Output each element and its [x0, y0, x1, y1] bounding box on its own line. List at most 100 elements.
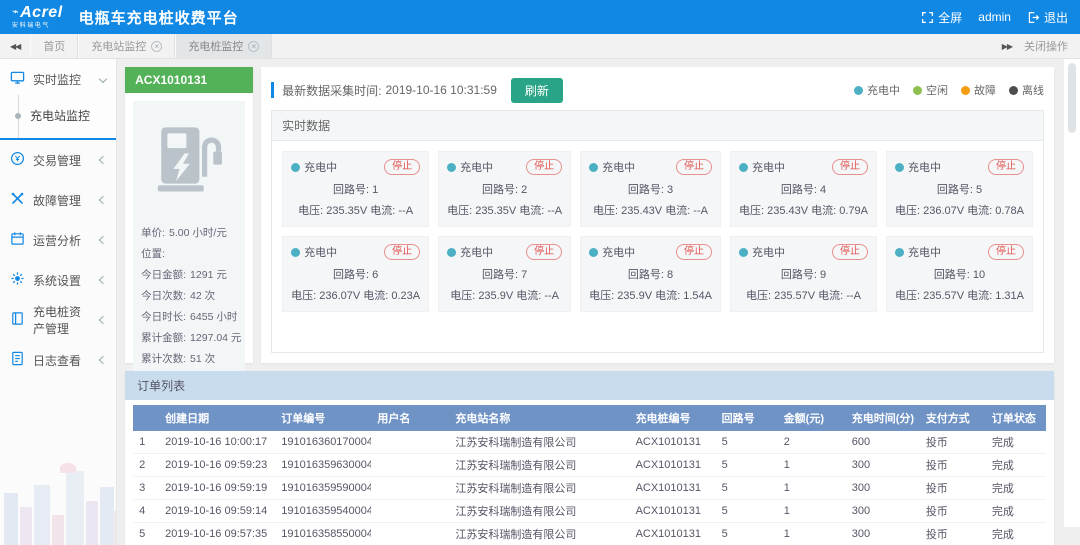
- cell: 5: [716, 431, 778, 454]
- stop-button[interactable]: 停止: [988, 244, 1024, 260]
- legend-label: 故障: [974, 82, 996, 98]
- cell: 2019-10-16 10:00:17: [159, 431, 275, 454]
- cell: 完成: [986, 431, 1046, 454]
- chevron-left-icon: [99, 316, 107, 324]
- logout-button[interactable]: 退出: [1027, 9, 1068, 26]
- stop-button[interactable]: 停止: [676, 159, 712, 175]
- cell: 1: [778, 477, 846, 500]
- username[interactable]: admin: [978, 10, 1011, 24]
- cell: ACX1010131: [630, 477, 716, 500]
- pile-summary-panel: ACX1010131 单价:5.00: [125, 67, 253, 363]
- tabs-scroll-left-button[interactable]: ◀◀: [0, 34, 30, 58]
- tab-close-icon[interactable]: ×: [151, 41, 162, 52]
- circuit-card-3: 充电中停止回路号: 3电压: 235.43V 电流: --A: [580, 151, 721, 227]
- stat-value: 42 次: [190, 290, 215, 302]
- sidebar: 实时监控充电站监控交易管理故障管理运营分析系统设置充电桩资产管理日志查看: [0, 59, 117, 545]
- chevron-left-icon: [99, 156, 107, 164]
- cell: 1: [778, 500, 846, 523]
- fullscreen-label: 全屏: [938, 9, 962, 26]
- pile-stat-row: 今日次数: 42 次: [141, 286, 237, 307]
- sidebar-item-6[interactable]: 充电桩资产管理: [0, 300, 116, 340]
- stop-button[interactable]: 停止: [676, 244, 712, 260]
- pile-stat-row: 累计金额:1297.04 元: [141, 328, 237, 349]
- tabs-scroll-right-button[interactable]: ▶▶: [1002, 42, 1012, 51]
- sidebar-item-1[interactable]: 实时监控: [0, 59, 116, 99]
- stop-button[interactable]: 停止: [832, 244, 868, 260]
- cell: 2019-10-16 09:59:14: [159, 500, 275, 523]
- scrollbar-thumb[interactable]: [1068, 63, 1076, 133]
- voltage-current: 电压: 235.43V 电流: 0.79A: [739, 202, 868, 218]
- stop-button[interactable]: 停止: [526, 159, 562, 175]
- col-用户名: 用户名: [371, 405, 449, 431]
- cell: 1910163585500043: [275, 523, 371, 545]
- logout-icon: [1027, 11, 1040, 24]
- sidebar-subitem-充电站监控[interactable]: 充电站监控: [0, 99, 116, 132]
- legend-离线: 离线: [1009, 82, 1044, 98]
- cell: 2: [133, 454, 159, 477]
- sidebar-group-3: 故障管理: [0, 180, 116, 220]
- realtime-section-title: 实时数据: [272, 111, 1043, 141]
- close-operations-button[interactable]: 关闭操作: [1024, 38, 1068, 54]
- cell: 5: [133, 523, 159, 545]
- stat-label: 今日次数:: [141, 290, 186, 302]
- card-status-label: 充电中: [752, 159, 785, 175]
- col-创建日期: 创建日期: [159, 405, 275, 431]
- tab-label: 充电站监控: [91, 38, 146, 54]
- fullscreen-button[interactable]: 全屏: [921, 9, 962, 26]
- cell: 江苏安科瑞制造有限公司: [449, 477, 629, 500]
- sidebar-item-5[interactable]: 系统设置: [0, 260, 116, 300]
- sidebar-item-4[interactable]: 运营分析: [0, 220, 116, 260]
- charging-status-icon: [291, 248, 300, 257]
- tab-close-icon[interactable]: ×: [248, 41, 259, 52]
- stop-button[interactable]: 停止: [526, 244, 562, 260]
- cell: 投币: [920, 500, 986, 523]
- voltage-current: 电压: 235.57V 电流: 1.31A: [895, 287, 1024, 303]
- sidebar-item-label: 日志查看: [33, 352, 81, 369]
- voltage-current: 电压: 235.9V 电流: --A: [447, 287, 562, 303]
- sidebar-item-7[interactable]: 日志查看: [0, 340, 116, 380]
- circuit-number: 回路号: 3: [589, 181, 712, 197]
- stop-button[interactable]: 停止: [832, 159, 868, 175]
- chevron-left-icon: [99, 196, 107, 204]
- sidebar-item-label: 故障管理: [33, 192, 81, 209]
- app-title: 电瓶车充电桩收费平台: [79, 7, 239, 28]
- cell: 1910163595400044: [275, 500, 371, 523]
- table-row: 32019-10-16 09:59:191910163595900045江苏安科…: [133, 477, 1046, 500]
- orders-panel: 订单列表 创建日期订单编号用户名充电站名称充电桩编号回路号金额(元)充电时间(分…: [125, 371, 1054, 545]
- cell: 5: [716, 454, 778, 477]
- realtime-monitor-icon: [10, 70, 25, 88]
- stop-button[interactable]: 停止: [384, 159, 420, 175]
- tab-bar: ◀◀ 首页 充电站监控 × 充电桩监控 × ▶▶ 关闭操作: [0, 34, 1080, 59]
- col-订单编号: 订单编号: [275, 405, 371, 431]
- chevron-down-icon: [99, 75, 107, 83]
- cell: ACX1010131: [630, 500, 716, 523]
- cell: 600: [846, 431, 920, 454]
- tab-label: 充电桩监控: [188, 38, 243, 54]
- stop-button[interactable]: 停止: [988, 159, 1024, 175]
- scrollbar-track[interactable]: [1064, 59, 1080, 527]
- accent-bar: [271, 82, 274, 98]
- sidebar-item-label: 充电桩资产管理: [33, 303, 92, 337]
- brand-logo[interactable]: ⌁ Acrel 安科瑞电气: [12, 5, 63, 29]
- refresh-button[interactable]: 刷新: [511, 78, 563, 103]
- pile-stat-row: 今日金额:1291 元: [141, 265, 237, 286]
- circuit-number: 回路号: 9: [739, 266, 868, 282]
- legend-dot-icon: [854, 86, 863, 95]
- log-icon: [10, 351, 25, 369]
- city-skyline-decoration: [0, 435, 116, 545]
- cell: 300: [846, 523, 920, 545]
- stop-button[interactable]: 停止: [384, 244, 420, 260]
- sidebar-item-label: 实时监控: [33, 71, 81, 88]
- cell: 完成: [986, 454, 1046, 477]
- tab-1[interactable]: 首页: [30, 34, 78, 58]
- tab-label: 首页: [43, 38, 65, 54]
- card-status-label: 充电中: [460, 159, 493, 175]
- voltage-current: 电压: 235.9V 电流: 1.54A: [589, 287, 712, 303]
- sidebar-item-2[interactable]: 交易管理: [0, 140, 116, 180]
- tab-2[interactable]: 充电站监控 ×: [78, 34, 175, 58]
- pile-stat-row: 今日时长:6455 小时: [141, 307, 237, 328]
- logout-label: 退出: [1044, 9, 1068, 26]
- tab-3[interactable]: 充电桩监控 ×: [175, 34, 272, 58]
- sidebar-item-3[interactable]: 故障管理: [0, 180, 116, 220]
- circuit-cards: 充电中停止回路号: 1电压: 235.35V 电流: --A充电中停止回路号: …: [272, 141, 1043, 322]
